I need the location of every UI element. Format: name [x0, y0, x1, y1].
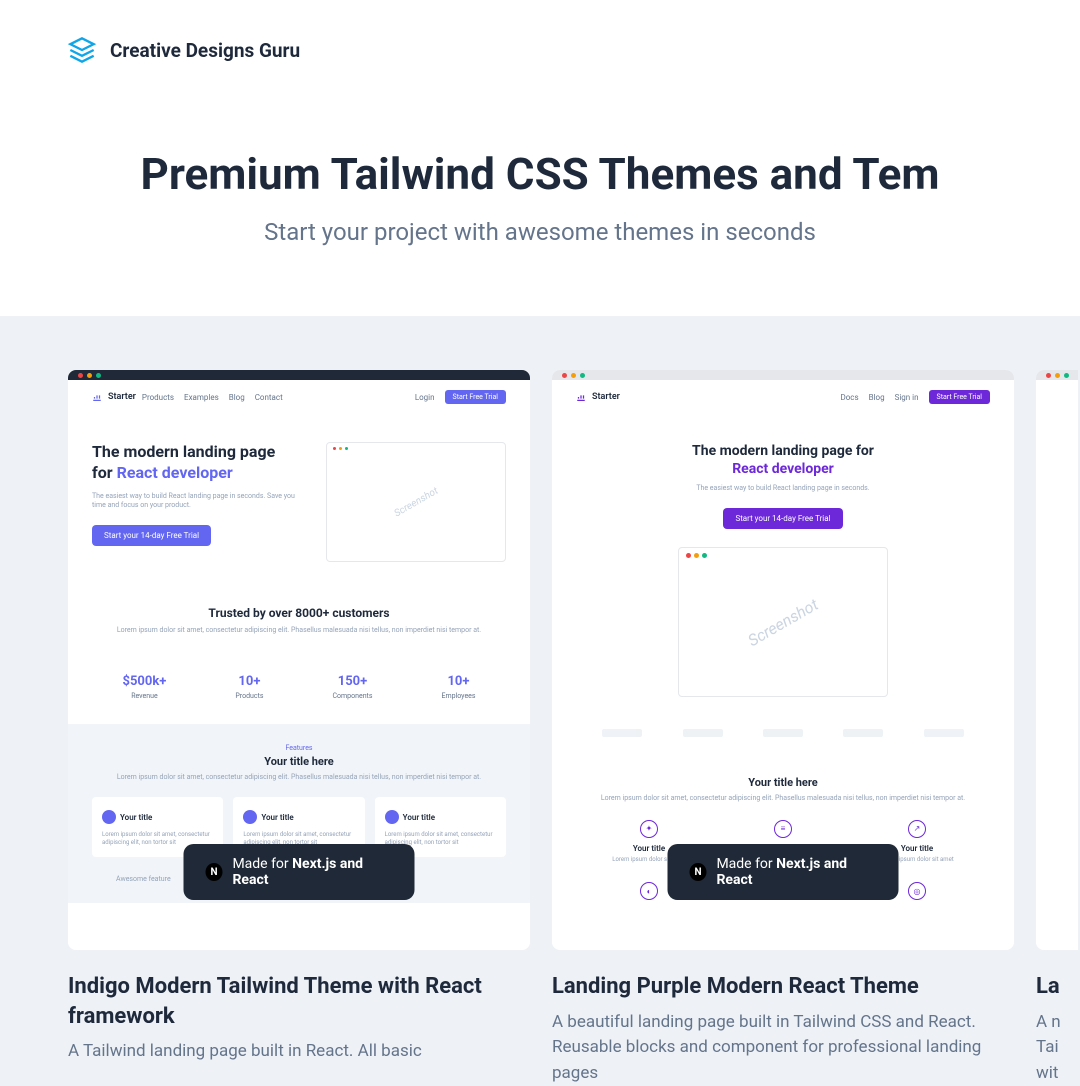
browser-chrome: [68, 370, 530, 380]
theme-card[interactable]: Starter Products Examples Blog Contact L…: [68, 370, 530, 1086]
themes-grid: Starter Products Examples Blog Contact L…: [0, 316, 1080, 1086]
preview-hero-title: The modern landing page for React develo…: [92, 442, 306, 484]
logo-strip: [552, 715, 1014, 751]
theme-description: A Tailwind landing page built in React. …: [68, 1039, 530, 1065]
preview-cta-button: Start your 14-day Free Trial: [723, 508, 842, 529]
hero-section: Premium Tailwind CSS Themes and Tem Star…: [0, 100, 1080, 316]
theme-preview: Starter Products Examples Blog Contact L…: [68, 370, 530, 950]
made-for-badge: N Made for Next.js and React: [184, 844, 415, 900]
preview-hero-title: The modern landing page for React develo…: [592, 442, 974, 478]
logo-icon: [68, 36, 96, 64]
browser-chrome: [1036, 370, 1078, 380]
screenshot-placeholder: Screenshot: [326, 442, 506, 562]
preview-cta-button: Start your 14-day Free Trial: [92, 525, 211, 546]
nextjs-icon: N: [690, 863, 707, 881]
theme-card[interactable]: La A n Tai wit: [1036, 370, 1078, 1086]
preview-nav: Starter Docs Blog Sign in Start Free Tri…: [552, 380, 1014, 414]
theme-title[interactable]: Indigo Modern Tailwind Theme with React …: [68, 972, 530, 1031]
page-title: Premium Tailwind CSS Themes and Tem: [40, 148, 1040, 200]
brand-name[interactable]: Creative Designs Guru: [110, 39, 300, 62]
browser-chrome: [552, 370, 1014, 380]
page-subtitle: Start your project with awesome themes i…: [40, 218, 1040, 246]
theme-description: A n Tai wit: [1036, 1010, 1078, 1086]
theme-title[interactable]: Landing Purple Modern React Theme: [552, 972, 1014, 1002]
theme-card[interactable]: Starter Docs Blog Sign in Start Free Tri…: [552, 370, 1014, 1086]
preview-nav: Starter Products Examples Blog Contact L…: [68, 380, 530, 414]
theme-title[interactable]: La: [1036, 972, 1078, 1002]
made-for-badge: N Made for Next.js and React: [668, 844, 899, 900]
nextjs-icon: N: [206, 863, 223, 881]
screenshot-placeholder: Screenshot: [678, 547, 888, 697]
theme-preview: [1036, 370, 1078, 950]
theme-preview: Starter Docs Blog Sign in Start Free Tri…: [552, 370, 1014, 950]
chart-icon: [576, 392, 586, 402]
site-header: Creative Designs Guru: [0, 0, 1080, 100]
theme-description: A beautiful landing page built in Tailwi…: [552, 1010, 1014, 1086]
chart-icon: [92, 392, 102, 402]
